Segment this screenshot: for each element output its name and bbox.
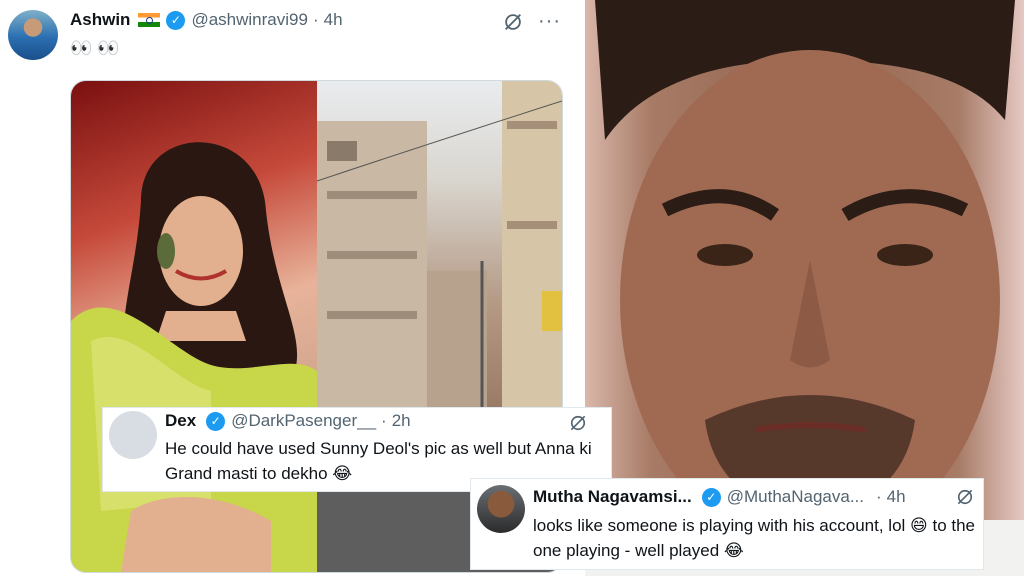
reply-author-name[interactable]: Mutha Nagavamsi... — [533, 487, 692, 507]
more-options-icon[interactable]: ··· — [538, 10, 561, 33]
reply-author-handle[interactable]: @DarkPasenger__ — [231, 411, 376, 431]
reply-text: looks like someone is playing with his a… — [533, 516, 975, 560]
woman-illustration — [71, 142, 317, 572]
reply-avatar[interactable] — [109, 411, 157, 459]
reply-author-handle[interactable]: @MuthaNagava... — [727, 487, 864, 507]
reply-avatar[interactable] — [477, 485, 525, 533]
tweet-time[interactable]: 4h — [324, 10, 343, 30]
media-photo-woman[interactable] — [71, 81, 317, 572]
author-name[interactable]: Ashwin — [70, 10, 130, 30]
header-separator: · — [312, 10, 319, 29]
author-avatar[interactable] — [8, 10, 58, 60]
india-flag-icon — [138, 13, 161, 27]
reply-author-name[interactable]: Dex — [165, 411, 196, 431]
author-handle[interactable]: @ashwinravi99 — [191, 10, 307, 30]
reply-time[interactable]: 2h — [392, 411, 411, 431]
verified-badge-icon: ✓ — [166, 10, 186, 30]
grok-slash-icon[interactable] — [502, 11, 524, 33]
reply-separator: · — [381, 411, 387, 430]
verified-badge-icon: ✓ — [206, 411, 226, 431]
reply-header: Dex ✓ @DarkPasenger__ · 2h — [165, 411, 411, 431]
grok-slash-icon[interactable] — [955, 487, 975, 507]
reply-header: Mutha Nagavamsi... ✓ @MuthaNagava... · 4… — [533, 487, 906, 507]
reply-time[interactable]: 4h — [887, 487, 906, 507]
tweet-text: 👀 👀 — [70, 38, 120, 58]
reply-separator: · — [876, 487, 882, 506]
verified-badge-icon: ✓ — [701, 487, 721, 507]
tweet-header: Ashwin ✓ @ashwinravi99 · 4h — [70, 10, 343, 30]
reply-card-mutha[interactable]: Mutha Nagavamsi... ✓ @MuthaNagava... · 4… — [470, 478, 984, 570]
grok-slash-icon[interactable] — [568, 413, 588, 433]
